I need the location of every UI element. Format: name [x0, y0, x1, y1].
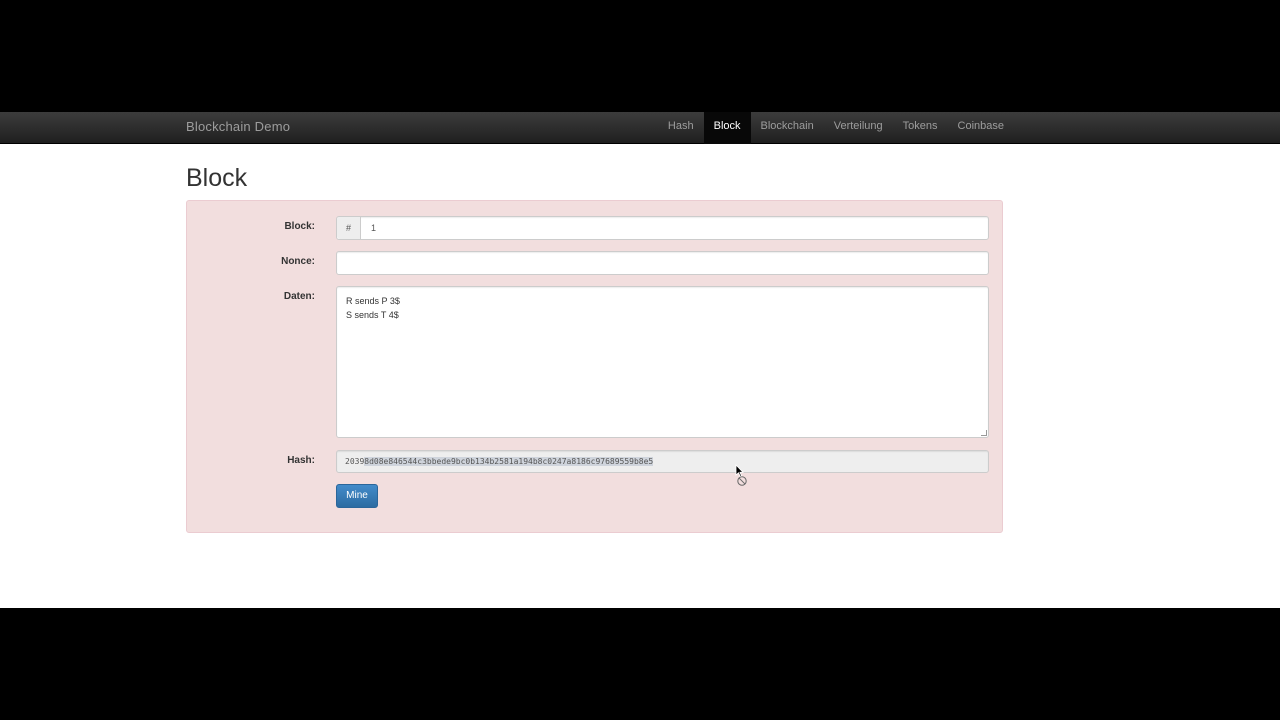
nav-menu: Hash Block Blockchain Verteilung Tokens … [658, 112, 1014, 144]
mine-button[interactable]: Mine [336, 484, 378, 508]
navbar: Blockchain Demo Hash Block Blockchain Ve… [0, 112, 1280, 144]
data-label: Daten: [283, 291, 315, 302]
mouse-cursor-icon [735, 464, 747, 486]
hash-output[interactable]: 20398d08e846544c3bbede9bc0b134b2581a194b… [336, 450, 989, 473]
page-title: Block [186, 164, 248, 192]
nav-item-hash[interactable]: Hash [658, 112, 704, 144]
nonce-input[interactable] [336, 251, 989, 275]
nav-item-tokens[interactable]: Tokens [893, 112, 948, 144]
nav-item-verteilung[interactable]: Verteilung [824, 112, 893, 144]
data-textarea[interactable]: R sends P 3$ S sends T 4$ [336, 286, 989, 438]
navbar-brand[interactable]: Blockchain Demo [186, 112, 290, 144]
nonce-label: Nonce: [281, 256, 315, 267]
page: Blockchain Demo Hash Block Blockchain Ve… [0, 112, 1280, 608]
hash-value: 20398d08e846544c3bbede9bc0b134b2581a194b… [345, 451, 654, 472]
block-number-input[interactable]: # 1 [336, 216, 989, 240]
hash-prefix: 2039 [345, 457, 365, 466]
block-label: Block: [284, 221, 315, 232]
nav-item-blockchain[interactable]: Blockchain [751, 112, 824, 144]
hash-selected-text: 8d08e846544c3bbede9bc0b134b2581a194b8c02… [364, 457, 654, 466]
nav-item-coinbase[interactable]: Coinbase [948, 112, 1014, 144]
block-number-addon: # [337, 217, 361, 239]
nav-item-block[interactable]: Block [703, 112, 751, 144]
data-textarea-content: R sends P 3$ S sends T 4$ [346, 296, 400, 320]
hash-label: Hash: [287, 455, 315, 466]
block-form: Block: # 1 Nonce: Daten: R sends P 3$ S … [186, 200, 1003, 533]
block-number-value: 1 [371, 223, 377, 233]
resize-grip-icon[interactable] [981, 430, 987, 436]
